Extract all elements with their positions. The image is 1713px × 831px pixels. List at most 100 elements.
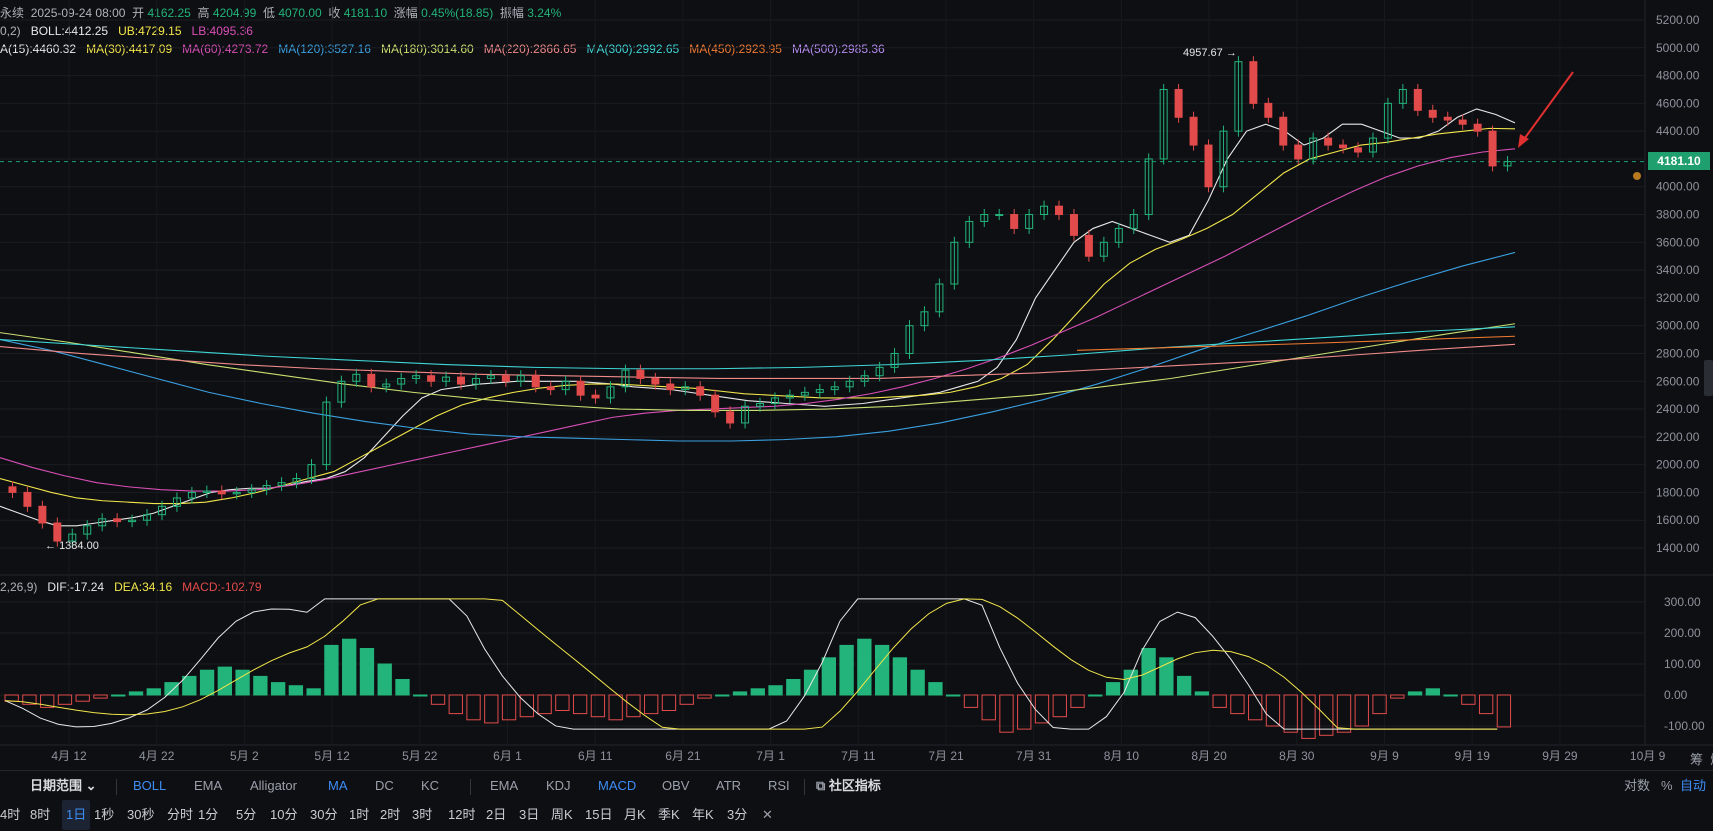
macd-bar [946, 694, 961, 697]
sub-indicator-macd[interactable]: MACD [598, 771, 636, 801]
candle-body [38, 505, 47, 524]
candle-body [1428, 109, 1437, 118]
macd-bar [1034, 694, 1050, 724]
interval-3[interactable]: 1秒 [94, 800, 114, 830]
indicator-alligator[interactable]: Alligator [250, 771, 297, 801]
date-tick-label: 7月 1 [756, 749, 785, 763]
macd-bar [928, 682, 943, 696]
ma-line-MA(300) [0, 326, 1516, 370]
macd-bar [270, 682, 286, 696]
candle-body [1339, 144, 1348, 149]
price-tick-label: 4000.00 [1656, 180, 1700, 194]
interval-10[interactable]: 1时 [349, 800, 369, 830]
sub-indicator-ema[interactable]: EMA [490, 771, 518, 801]
interval-15[interactable]: 3日 [519, 800, 539, 830]
sub-indicator-atr[interactable]: ATR [716, 771, 741, 801]
interval-9[interactable]: 30分 [310, 800, 337, 830]
ma-line-MA(180) [0, 323, 1516, 411]
interval-4[interactable]: 30秒 [127, 800, 154, 830]
price-tick-label: 3000.00 [1656, 319, 1700, 333]
macd-bar [1265, 694, 1281, 727]
price-tick-label: 1400.00 [1656, 541, 1700, 555]
macd-bar [626, 694, 641, 718]
date-tick-label: 6月 11 [578, 749, 613, 763]
macd-bar [395, 679, 410, 696]
alert-dot-icon[interactable] [1633, 172, 1641, 180]
macd-bar [572, 694, 588, 715]
date-tick-label: 6月 1 [493, 749, 522, 763]
date-range-button[interactable]: 日期范围 ⌄ [30, 771, 97, 801]
interval-17[interactable]: 15日 [585, 800, 612, 830]
candle-body [576, 380, 585, 396]
macd-bar [306, 688, 321, 696]
interval-18[interactable]: 月K [624, 800, 646, 830]
candle-body [217, 490, 226, 495]
candle-body [651, 377, 660, 385]
macd-bar [679, 694, 694, 705]
macd-bar [786, 679, 801, 696]
interval-5[interactable]: 分时 [167, 800, 193, 830]
sub-indicator-kdj[interactable]: KDJ [546, 771, 571, 801]
macd-bar [146, 688, 161, 696]
date-range-label: 日期范围 [30, 778, 83, 793]
candle-body [1473, 123, 1482, 132]
interval-2[interactable]: 1日 [62, 800, 91, 830]
side-scroll-handle[interactable] [1704, 360, 1713, 396]
indicator-ma[interactable]: MA [328, 771, 348, 801]
macd-bar [1301, 694, 1316, 739]
interval-7[interactable]: 5分 [236, 800, 256, 830]
interval-0[interactable]: 4时 [0, 800, 20, 830]
candle-body [666, 383, 675, 391]
macd-bar [199, 669, 215, 696]
ma-line-MA(15) [0, 108, 1516, 527]
community-indicators-button[interactable]: ⧉ 社区指标 [816, 771, 881, 801]
percent-scale-toggle[interactable]: % [1661, 771, 1673, 801]
indicator-boll[interactable]: BOLL [133, 771, 166, 801]
candle-body [501, 375, 510, 382]
price-chart[interactable]: 5200.005000.004800.004600.004400.004200.… [0, 0, 1713, 770]
macd-bar [359, 648, 375, 696]
interval-11[interactable]: 2时 [380, 800, 400, 830]
auto-scale-toggle[interactable]: 自动 [1680, 771, 1706, 801]
log-scale-toggle[interactable]: 对数 [1624, 771, 1650, 801]
candle-body [1458, 119, 1467, 125]
price-tick-label: 1600.00 [1656, 513, 1700, 527]
interval-19[interactable]: 季K [658, 800, 680, 830]
interval-13[interactable]: 12时 [448, 800, 475, 830]
macd-bar [1390, 694, 1405, 699]
indicator-dc[interactable]: DC [375, 771, 394, 801]
macd-bar [484, 694, 499, 724]
candle-body [1488, 130, 1497, 167]
macd-bar [342, 638, 357, 696]
interval-12[interactable]: 3时 [412, 800, 432, 830]
interval-8[interactable]: 10分 [270, 800, 297, 830]
date-tick-label: 9月 9 [1370, 749, 1399, 763]
interval-21[interactable]: 3分 [727, 800, 747, 830]
sub-indicator-obv[interactable]: OBV [662, 771, 689, 801]
interval-20[interactable]: 年K [692, 800, 714, 830]
right-label-chip[interactable]: 筹 爆 [1690, 749, 1713, 768]
indicator-kc[interactable]: KC [421, 771, 439, 801]
candle-body [8, 486, 17, 493]
macd-bar [910, 669, 925, 696]
macd-tick-label: 300.00 [1664, 595, 1701, 609]
interval-14[interactable]: 2日 [486, 800, 506, 830]
indicator-ema[interactable]: EMA [194, 771, 222, 801]
candle-body [1189, 116, 1198, 146]
macd-bar [1230, 694, 1245, 715]
sub-indicator-rsi[interactable]: RSI [768, 771, 790, 801]
interval-16[interactable]: 周K [551, 800, 573, 830]
price-tick-label: 2800.00 [1656, 346, 1700, 360]
interval-6[interactable]: 1分 [198, 800, 218, 830]
chip-label: 筹 [1690, 752, 1704, 767]
external-link-icon: ⧉ [816, 778, 826, 793]
date-tick-label: 5月 12 [314, 749, 350, 763]
interval-1[interactable]: 8时 [30, 800, 50, 830]
date-tick-label: 7月 31 [1016, 749, 1052, 763]
candle-body [367, 373, 376, 388]
macd-bar [750, 688, 765, 696]
macd-tick-label: -100.00 [1664, 719, 1705, 733]
macd-bar [182, 675, 197, 696]
candle-body [1324, 137, 1333, 146]
close-icon[interactable]: ✕ [762, 800, 773, 830]
